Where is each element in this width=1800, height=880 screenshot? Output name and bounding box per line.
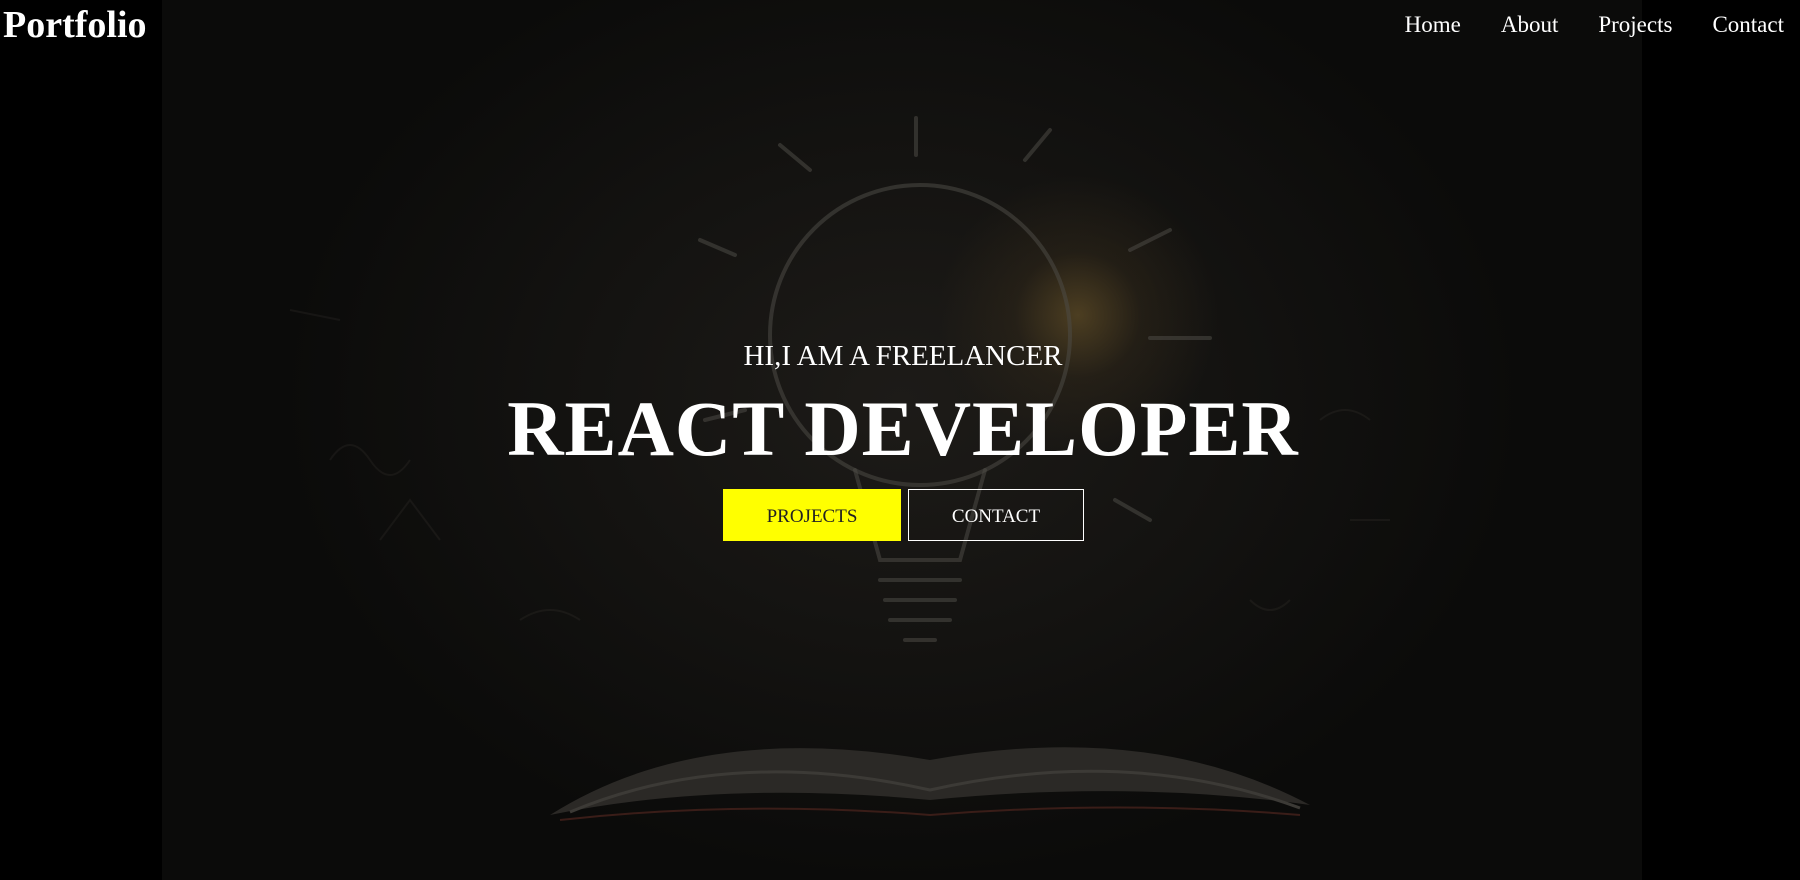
contact-button[interactable]: CONTACT	[908, 489, 1084, 541]
lightbulb-base	[878, 578, 962, 642]
page: Portfolio Home About Projects Contact HI…	[0, 0, 1800, 880]
open-book-shape	[550, 747, 1310, 821]
nav-link-projects[interactable]: Projects	[1598, 10, 1672, 40]
nav-link-home[interactable]: Home	[1405, 10, 1461, 40]
top-navbar: Portfolio Home About Projects Contact	[0, 0, 1800, 50]
nav-links: Home About Projects Contact	[1405, 10, 1784, 40]
hero-headline: REACT DEVELOPER	[507, 385, 1299, 472]
hero-subtitle: HI,I AM A FREELANCER	[743, 340, 1063, 372]
brand-logo[interactable]: Portfolio	[3, 2, 147, 48]
nav-link-about[interactable]: About	[1501, 10, 1559, 40]
projects-button[interactable]: PROJECTS	[723, 489, 901, 541]
nav-link-contact[interactable]: Contact	[1712, 10, 1784, 40]
